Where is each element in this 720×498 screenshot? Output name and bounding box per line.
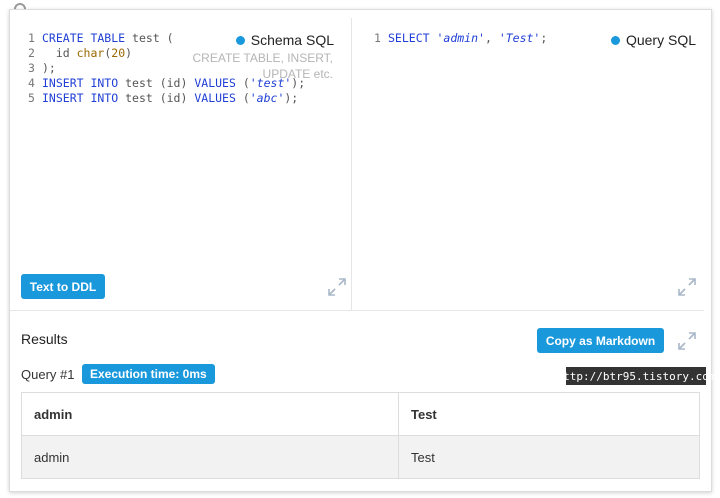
code-token: CREATE TABLE <box>42 31 126 45</box>
code-token: ); <box>284 91 299 105</box>
table-row: admin Test <box>21 435 700 479</box>
code-token: 20 <box>111 46 126 60</box>
line-number: 3 <box>28 61 35 75</box>
text-to-ddl-button[interactable]: Text to DDL <box>21 274 105 299</box>
expand-icon[interactable] <box>676 276 698 298</box>
table-header-row: admin Test <box>21 392 700 436</box>
results-title: Results <box>21 331 68 347</box>
schema-hint: CREATE TABLE, INSERT, UPDATE etc. <box>192 51 333 81</box>
table-cell: Test <box>398 435 700 479</box>
line-number: 4 <box>28 76 35 90</box>
code-token: ( <box>235 91 250 105</box>
code-line: 5 INSERT INTO test (id) VALUES ('abc'); <box>28 91 305 106</box>
code-token: test (id) <box>118 91 195 105</box>
schema-title-label: Schema SQL <box>250 32 334 48</box>
code-token: char <box>76 46 105 60</box>
copy-as-markdown-button[interactable]: Copy as Markdown <box>537 328 664 353</box>
editor-area: 1 CREATE TABLE test ( 2 id char (20) 3); 4 INS… <box>10 18 704 310</box>
code-token: INSERT INTO <box>42 91 119 105</box>
code-token: INSERT INTO <box>42 76 119 90</box>
code-token: 'Test' <box>498 31 541 45</box>
column-header: admin <box>21 392 399 436</box>
code-token: id <box>42 46 77 60</box>
code-token: ) <box>125 46 133 60</box>
expand-icon[interactable] <box>326 276 348 298</box>
code-token: test ( <box>125 31 174 45</box>
results-table: admin Test admin Test <box>21 392 700 479</box>
watermark: http://btr95.tistory.com <box>557 367 715 385</box>
code-line: 1 SELECT 'admin', 'Test'; <box>374 31 547 46</box>
code-token: , <box>484 31 499 45</box>
schema-pane-title: Schema SQL <box>235 32 334 48</box>
line-number: 1 <box>374 31 381 45</box>
code-token: ; <box>540 31 548 45</box>
query-title-label: Query SQL <box>625 32 696 48</box>
code-token: 'admin' <box>436 31 485 45</box>
status-dot-icon <box>235 35 245 45</box>
query-code-editor[interactable]: 1 SELECT 'admin', 'Test'; <box>374 31 547 46</box>
divider <box>10 310 704 311</box>
query-pane-title: Query SQL <box>610 32 696 48</box>
line-number: 1 <box>28 31 35 45</box>
schema-sql-pane[interactable]: 1 CREATE TABLE test ( 2 id char (20) 3); 4 INS… <box>10 18 352 310</box>
expand-icon[interactable] <box>676 330 698 352</box>
line-number: 5 <box>28 91 35 105</box>
status-dot-icon <box>610 35 620 45</box>
query-number-label: Query #1 <box>21 367 75 382</box>
code-token: 'abc' <box>249 91 285 105</box>
line-number: 2 <box>28 46 35 60</box>
code-token: VALUES <box>194 91 236 105</box>
query-sql-pane[interactable]: 1 SELECT 'admin', 'Test'; Query SQL <box>352 18 704 310</box>
column-header: Test <box>398 392 700 436</box>
execution-time-badge: Execution time: 0ms <box>82 364 215 384</box>
table-cell: admin <box>21 435 399 479</box>
code-token: SELECT <box>388 31 430 45</box>
code-token: ); <box>42 61 56 75</box>
